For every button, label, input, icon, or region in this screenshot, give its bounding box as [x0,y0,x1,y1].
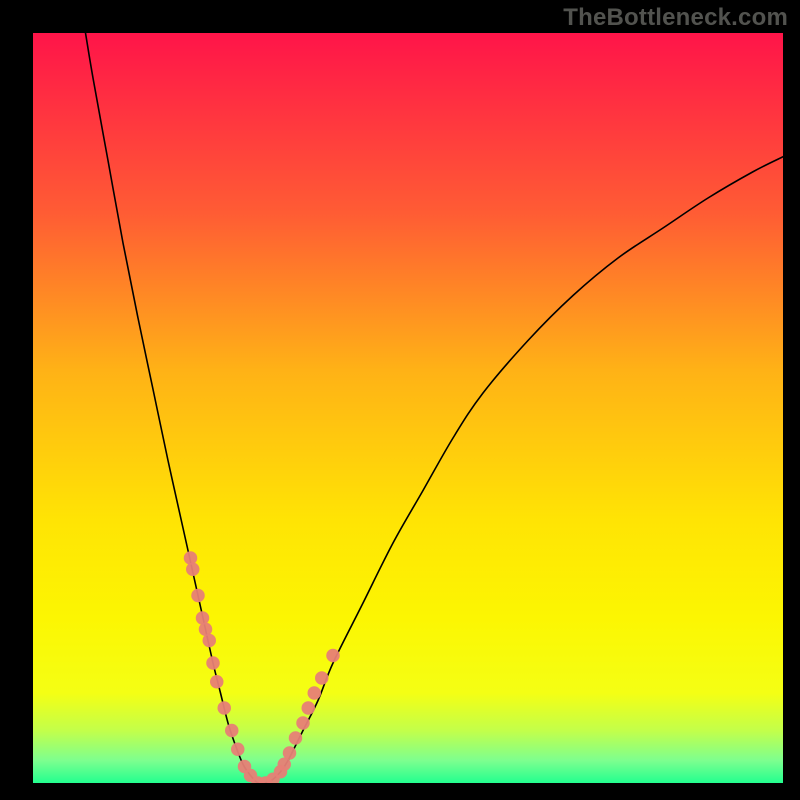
chart-frame: TheBottleneck.com [0,0,800,800]
plot-area [33,33,783,783]
background-gradient [33,33,783,783]
watermark-text: TheBottleneck.com [563,4,788,32]
